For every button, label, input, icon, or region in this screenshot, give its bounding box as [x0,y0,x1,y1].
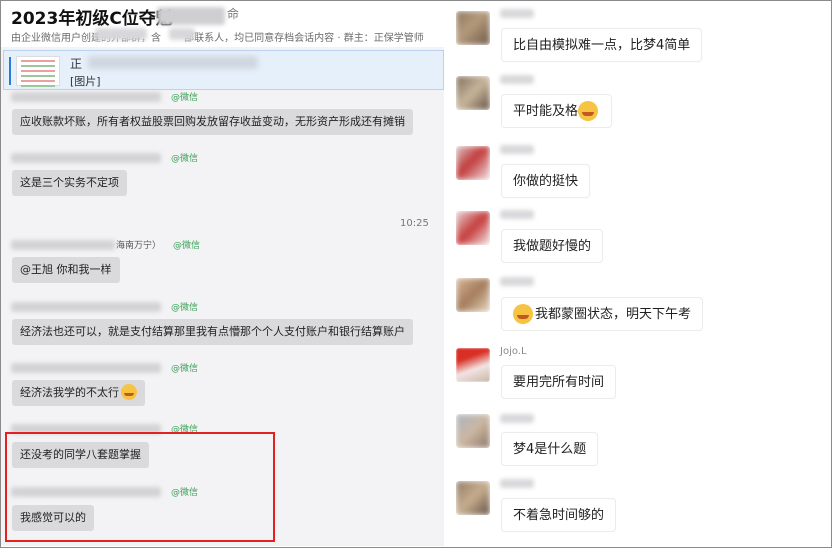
wechat-source-tag: @微信 [171,154,199,164]
message-text: 我都蒙圈状态，明天下午考 [535,307,692,322]
group-title-suffix: 命 [227,7,240,21]
redacted-sender-name [500,277,534,286]
redacted-sender-name [11,92,161,102]
redacted-sender-name [500,9,534,18]
group-subtitle: 由企业微信用户创建的外部群，含 部联系人，均已同意存档会话内容 · 群主：正保学… [11,33,424,44]
sender-name-text: Jojo.L [500,346,527,357]
quote-accent-bar [9,57,11,85]
laughing-emoji-icon [121,384,137,400]
redacted-sender-name [11,153,161,163]
avatar[interactable] [456,481,490,515]
wechat-source-tag: @微信 [171,303,199,313]
message-bubble[interactable]: 平时能及格 [501,94,613,128]
redacted-sender-name [500,210,534,219]
avatar[interactable] [456,146,490,180]
wechat-source-tag: @微信 [173,241,201,251]
avatar[interactable] [456,76,490,110]
laughing-emoji-icon [578,100,599,121]
redacted-title-part [157,7,225,25]
wechat-source-tag: @微信 [171,364,199,374]
message-bubble[interactable]: 这是三个实务不定项 [12,170,127,196]
group-title: 2023年初级C位夺魁 [11,9,173,29]
group-chat-panel: 2023年初级C位夺魁 命 由企业微信用户创建的外部群，含 部联系人，均已同意存… [1,1,444,546]
message-timestamp: 10:25 [400,218,429,229]
redacted-sender-name [500,479,534,488]
avatar[interactable] [456,348,490,382]
message-text: 经济法我学的不太行 [20,386,119,399]
redacted-subtitle-part [95,28,147,40]
quoted-message[interactable]: 正 [图片] [3,50,444,90]
message-bubble[interactable]: @王旭 你和我一样 [12,257,120,283]
avatar[interactable] [456,414,490,448]
redacted-quoted-name [88,56,258,69]
redacted-sender-name [11,240,115,250]
avatar[interactable] [456,278,490,312]
message-bubble[interactable]: 应收账款坏账，所有者权益股票回购发放留存收益变动，无形资产形成还有摊销 [12,109,413,135]
chat-header: 2023年初级C位夺魁 命 由企业微信用户创建的外部群，含 部联系人，均已同意存… [1,1,444,47]
avatar[interactable] [456,211,490,245]
laughing-emoji-icon [513,303,533,324]
quoted-text: [图片] [70,75,101,88]
message-bubble[interactable]: 经济法也还可以，就是支付结算那里我有点懵那个个人支付账户和银行结算账户 [12,319,413,345]
message-bubble[interactable]: 要用完所有时间 [501,365,617,399]
quoted-image-thumbnail[interactable] [16,56,60,87]
message-bubble[interactable]: 我做题好慢的 [501,229,604,263]
message-bubble[interactable]: 我都蒙圈状态，明天下午考 [501,297,704,331]
message-bubble[interactable]: 经济法我学的不太行 [12,380,145,406]
redacted-sender-name [500,145,534,154]
sender-location: 海南万宁） [116,241,162,251]
redacted-sender-name [11,302,161,312]
redacted-sender-name [500,75,534,84]
redacted-sender-name [500,414,534,423]
message-bubble[interactable]: 比自由模拟难一点，比梦4简单 [501,28,703,62]
message-text: 平时能及格 [513,104,579,119]
wechat-source-tag: @微信 [171,93,199,103]
redacted-subtitle-part [169,28,195,40]
avatar[interactable] [456,11,490,45]
redacted-sender-name [11,363,161,373]
quoted-sender-name: 正 [70,57,83,71]
message-bubble[interactable]: 梦4是什么题 [501,432,599,466]
message-bubble[interactable]: 你做的挺快 [501,164,591,198]
highlight-box [5,432,275,542]
message-bubble[interactable]: 不着急时间够的 [501,498,617,532]
chat-panel-right: 比自由模拟难一点，比梦4简单 平时能及格 你做的挺快 我做题好慢的 我都蒙圈状态… [445,1,831,546]
